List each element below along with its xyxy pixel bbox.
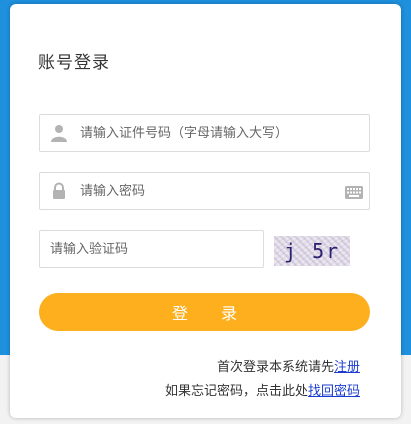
forgot-text: 如果忘记密码，点击此处 — [164, 384, 308, 399]
keyboard-icon[interactable] — [345, 184, 363, 199]
login-button[interactable]: 登 录 — [39, 293, 370, 331]
login-title: 账号登录 — [38, 53, 110, 73]
captcha-input[interactable] — [50, 231, 255, 267]
password-input[interactable] — [80, 173, 329, 209]
lock-icon — [50, 182, 68, 200]
register-link[interactable]: 注册 — [334, 360, 360, 375]
id-number-input[interactable] — [80, 115, 329, 151]
user-icon — [50, 124, 68, 142]
register-hint: 首次登录本系统请先注册 — [217, 356, 360, 375]
captcha-field — [39, 230, 264, 268]
captcha-text: j 5r s — [284, 239, 341, 266]
login-card: 账号登录 请输入证件号码（字母请输入大写） 请输入验证码 j 5r 登 录 首次… — [10, 4, 401, 418]
password-field — [39, 172, 370, 210]
captcha-image[interactable]: j 5r s — [274, 236, 350, 266]
id-number-field — [39, 114, 370, 152]
recover-password-link[interactable]: 找回密码 — [308, 384, 360, 399]
first-login-text: 首次登录本系统请先 — [216, 360, 334, 375]
forgot-password-hint: 如果忘记密码，点击此处找回密码 — [165, 380, 360, 399]
